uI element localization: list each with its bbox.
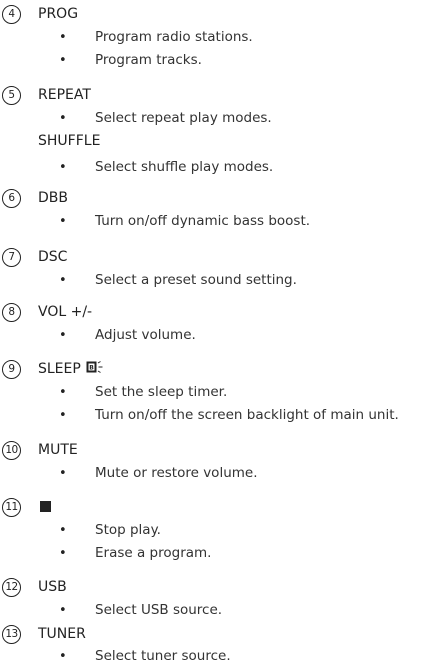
bullet-dot: • — [59, 466, 67, 481]
stop-square-icon — [40, 501, 51, 512]
bullet-item: • Stop play. — [0, 521, 440, 540]
bullet-item: • Turn on/off the screen backlight of ma… — [0, 406, 440, 425]
item-number-badge: 11 — [2, 498, 21, 517]
entry-title-wrap: SLEEP B — [38, 360, 104, 380]
item-number-badge: 13 — [2, 625, 21, 644]
item-number-badge: 10 — [2, 441, 21, 460]
svg-text:B: B — [89, 365, 94, 372]
bullet-dot: • — [59, 53, 67, 68]
bullet-item: • Select repeat play modes. — [0, 109, 440, 128]
bullet-item: • Adjust volume. — [0, 326, 440, 345]
item-number-badge: 7 — [2, 248, 21, 267]
bullet-text: Stop play. — [95, 522, 161, 538]
bullet-dot: • — [59, 328, 67, 343]
bullet-item: • Program tracks. — [0, 51, 440, 70]
bullet-dot: • — [59, 523, 67, 538]
bullet-dot: • — [59, 385, 67, 400]
bullet-text: Select shuffle play modes. — [95, 159, 274, 175]
entry-title: REPEAT — [38, 87, 91, 103]
bullet-text: Adjust volume. — [95, 327, 196, 343]
bullet-item: • Select USB source. — [0, 601, 440, 620]
bullet-dot: • — [59, 160, 67, 175]
bullet-text: Erase a program. — [95, 545, 212, 561]
entry-title: DBB — [38, 190, 68, 206]
item-number-badge: 4 — [2, 5, 21, 24]
bullet-text: Program radio stations. — [95, 29, 253, 45]
bullet-text: Select a preset sound setting. — [95, 272, 297, 288]
bullet-item: • Select shuffle play modes. — [0, 158, 440, 177]
bullet-item: • Program radio stations. — [0, 28, 440, 47]
bullet-text: Select tuner source. — [95, 648, 231, 664]
sleep-backlight-icon: B — [86, 361, 104, 380]
item-number-badge: 6 — [2, 189, 21, 208]
item-number-badge: 8 — [2, 303, 21, 322]
bullet-text: Select USB source. — [95, 602, 223, 618]
item-number-badge: 12 — [2, 578, 21, 597]
bullet-item: • Select a preset sound setting. — [0, 271, 440, 290]
bullet-dot: • — [59, 408, 67, 423]
entry-title: VOL +/- — [38, 304, 93, 320]
item-number-badge: 9 — [2, 360, 21, 379]
entry-title: USB — [38, 579, 67, 595]
bullet-text: Select repeat play modes. — [95, 110, 272, 126]
item-number-badge: 5 — [2, 86, 21, 105]
bullet-dot: • — [59, 546, 67, 561]
bullet-text: Set the sleep timer. — [95, 384, 228, 400]
bullet-dot: • — [59, 214, 67, 229]
entry-title-wrap — [38, 498, 51, 517]
bullet-dot: • — [59, 649, 67, 664]
bullet-item: • Select tuner source. — [0, 647, 440, 666]
bullet-item: • Erase a program. — [0, 544, 440, 563]
bullet-item: • Set the sleep timer. — [0, 383, 440, 402]
bullet-dot: • — [59, 111, 67, 126]
entry-subtitle: SHUFFLE — [38, 133, 101, 149]
bullet-item: • Turn on/off dynamic bass boost. — [0, 212, 440, 231]
bullet-item: • Mute or restore volume. — [0, 464, 440, 483]
entry-title: TUNER — [38, 626, 86, 642]
bullet-text: Program tracks. — [95, 52, 202, 68]
manual-page: 4 PROG • Program radio stations. • Progr… — [0, 0, 440, 667]
entry-title: MUTE — [38, 442, 78, 458]
bullet-dot: • — [59, 273, 67, 288]
entry-title: PROG — [38, 6, 79, 22]
entry-title: SLEEP — [38, 361, 81, 377]
bullet-text: Turn on/off the screen backlight of main… — [95, 407, 399, 423]
bullet-text: Turn on/off dynamic bass boost. — [95, 213, 311, 229]
bullet-text: Mute or restore volume. — [95, 465, 258, 481]
bullet-dot: • — [59, 603, 67, 618]
bullet-dot: • — [59, 30, 67, 45]
entry-title: DSC — [38, 249, 68, 265]
